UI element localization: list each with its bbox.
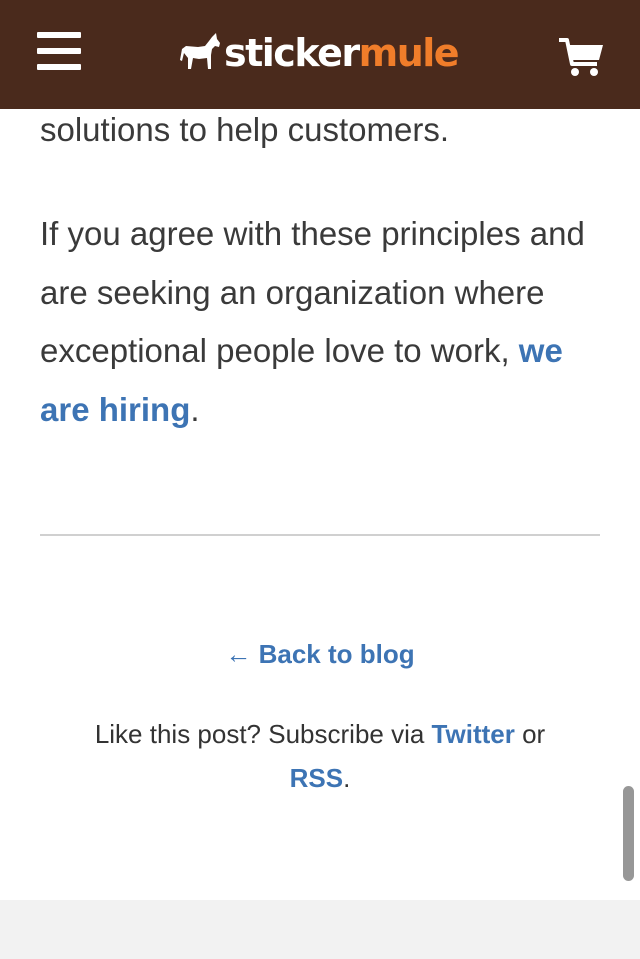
twitter-link[interactable]: Twitter [432,719,515,749]
logo-text-mule: mule [358,31,460,75]
site-header: stickermule [0,0,640,109]
mule-logo-icon [180,33,220,69]
subscribe-prefix: Like this post? Subscribe via [94,719,432,749]
rss-link[interactable]: RSS [290,763,343,793]
subscribe-or: or [514,719,546,749]
paragraph-text: If you agree with these principles and a… [40,215,585,369]
article-paragraph: If you agree with these principles and a… [40,205,600,439]
subscribe-end: . [343,763,351,793]
page-footer [0,900,640,959]
hamburger-menu-icon[interactable] [37,32,81,72]
back-to-blog-link[interactable]: ← Back to blog [0,634,640,674]
section-divider [40,534,600,536]
paragraph-end: . [190,390,200,428]
shopping-cart-icon[interactable] [557,36,605,78]
subscribe-text: Like this post? Subscribe via Twitter or… [0,712,640,800]
article-text-partial: solutions to help customers. [40,111,450,148]
blog-post-page: stickermule solutions to help customers.… [0,0,640,959]
site-logo[interactable]: stickermule [178,27,460,79]
logo-text-sticker: sticker [224,31,360,75]
scrollbar-thumb[interactable] [623,786,634,881]
